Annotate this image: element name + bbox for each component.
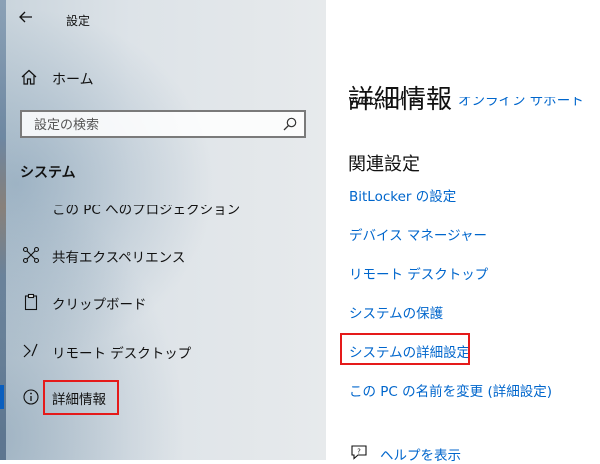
sidebar-item-label: この PC へのプロジェクション (52, 205, 241, 218)
remote-desktop-link[interactable]: リモート デスクトップ (349, 263, 488, 283)
sidebar-item-label: クリップボード (52, 297, 147, 313)
shared-experiences-icon (22, 246, 40, 264)
sidebar-item-remote-desktop[interactable]: リモート デスクトップ (0, 335, 326, 367)
nav-home-label: ホーム (52, 72, 94, 88)
home-icon (21, 69, 37, 85)
remote-desktop-icon (23, 343, 38, 358)
section-title-system: システム (20, 165, 76, 181)
nav-home[interactable]: ホーム (0, 64, 326, 92)
website-label: Web サイト (348, 97, 423, 107)
help-icon: ? (351, 445, 367, 460)
sidebar-item-clipboard[interactable]: クリップボード (0, 286, 326, 318)
back-arrow-icon (19, 11, 32, 23)
back-button[interactable] (18, 9, 40, 31)
navigation-pane: 設定 ホーム システム この PC へのプロジェクション 共有エクスペリエンス (0, 0, 326, 460)
highlight-box (43, 380, 119, 415)
sidebar-item-projection[interactable]: この PC へのプロジェクション (0, 205, 326, 219)
sidebar-item-label: リモート デスクトップ (52, 346, 192, 362)
sidebar-item-label: 共有エクスペリエンス (52, 250, 186, 266)
search-icon[interactable] (282, 116, 298, 132)
window-title: 設定 (66, 14, 91, 28)
website-row: Web サイト オンライン サポート (348, 97, 600, 107)
online-support-link[interactable]: オンライン サポート (458, 97, 584, 107)
settings-search[interactable] (20, 110, 306, 138)
rename-pc-link[interactable]: この PC の名前を変更 (詳細設定) (349, 380, 552, 400)
search-input[interactable] (32, 115, 276, 135)
device-manager-link[interactable]: デバイス マネージャー (349, 224, 487, 244)
related-settings-title: 関連設定 (348, 154, 420, 175)
highlight-box (340, 333, 470, 365)
info-icon (23, 389, 39, 405)
get-help-link[interactable]: ヘルプを表示 (380, 444, 461, 464)
system-protection-link[interactable]: システムの保護 (349, 302, 443, 322)
clipboard-icon (24, 293, 38, 311)
svg-text:?: ? (357, 448, 361, 456)
sidebar-item-shared-experiences[interactable]: 共有エクスペリエンス (0, 239, 326, 271)
bitlocker-settings-link[interactable]: BitLocker の設定 (349, 185, 456, 205)
